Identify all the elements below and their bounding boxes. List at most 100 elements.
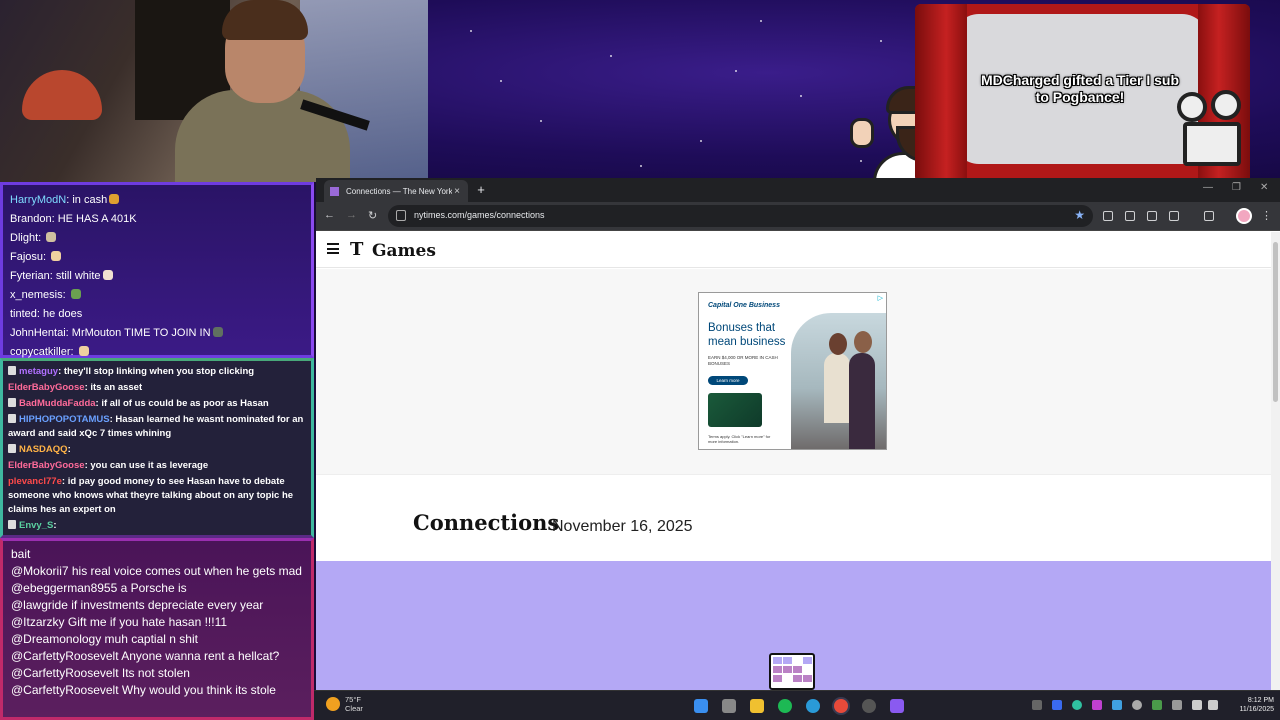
chat-username[interactable]: HIPHOPOPOTAMUS (19, 414, 110, 425)
game-date: November 16, 2025 (552, 518, 693, 535)
tray-app-icon[interactable] (1152, 700, 1162, 710)
page-scrollbar[interactable] (1271, 232, 1280, 690)
tab-bar: Connections — The New York T × + — ❐ ✕ (316, 178, 1280, 202)
chat-username[interactable]: Envy_S (19, 520, 53, 531)
connections-logo-icon (769, 653, 815, 690)
hamburger-menu-icon[interactable] (327, 243, 339, 254)
chat-username[interactable]: HarryModN (10, 194, 66, 206)
file-explorer-icon[interactable] (750, 699, 764, 713)
bookmark-star-icon[interactable]: ★ (1074, 208, 1085, 222)
chat-username[interactable]: plevancl77e (8, 476, 62, 487)
chat-text: its an asset (90, 382, 143, 393)
capital-one-ad[interactable]: Capital One Business ▷ Bonuses that mean… (698, 292, 887, 450)
chat-message: @CarfettyRoosevelt Why would you think i… (11, 683, 276, 697)
chat-username[interactable]: Brandon (10, 213, 52, 225)
weather-temp: 75°F (345, 695, 361, 704)
weather-sun-icon (326, 697, 340, 711)
site-info-icon[interactable] (396, 210, 406, 221)
chat-badge-icon (8, 444, 16, 453)
sub-alert-text: MDCharged gifted a Tier I sub to Pogbanc… (980, 72, 1180, 105)
minimize-button[interactable]: — (1203, 182, 1213, 193)
chat-username[interactable]: NASDAQQ (19, 444, 68, 455)
chat-message: HarryModN: in cash (3, 191, 311, 210)
chat-username[interactable]: metaguy (19, 366, 58, 377)
chrome-icon[interactable] (834, 699, 848, 713)
chat-message: Fyterian: still white (3, 267, 311, 286)
chat-panel-bottom: bait @Mokorii7 his real voice comes out w… (0, 538, 314, 720)
side-panel-icon[interactable] (1204, 211, 1214, 221)
chat-badge-icon (8, 398, 16, 407)
chat-message: Dlight: (3, 229, 311, 248)
close-tab-icon[interactable]: × (452, 186, 462, 197)
profile-avatar[interactable] (1236, 208, 1252, 224)
chat-username[interactable]: x_nemesis (10, 289, 63, 301)
nyt-logo[interactable]: T (350, 239, 363, 260)
weather-condition: Clear (345, 704, 363, 713)
chat-username[interactable]: Fyterian (10, 270, 50, 282)
chat-message: @Dreamonology muh captial n shit (11, 632, 198, 646)
back-button[interactable]: ← (324, 209, 335, 221)
extension-icon[interactable] (1103, 211, 1113, 221)
chat-message: @CarfettyRoosevelt Its not stolen (11, 666, 190, 680)
ad-zone: Capital One Business ▷ Bonuses that mean… (316, 269, 1271, 475)
tray-app-icon[interactable] (1132, 700, 1142, 710)
task-view-icon[interactable] (722, 699, 736, 713)
chat-username[interactable]: copycatkiller (10, 346, 71, 358)
extensions-puzzle-icon[interactable] (1169, 211, 1179, 221)
browser-menu-icon[interactable]: ⋮ (1261, 209, 1272, 222)
tray-app-icon[interactable] (1092, 700, 1102, 710)
tray-app-icon[interactable] (1112, 700, 1122, 710)
volume-icon[interactable] (1208, 700, 1218, 710)
nyt-header: T Games (316, 232, 1271, 268)
extension-icon[interactable] (1147, 211, 1157, 221)
chat-username[interactable]: tinted (10, 308, 37, 320)
chat-username[interactable]: ElderBabyGoose (8, 382, 85, 393)
emote-icon (70, 289, 81, 299)
emote-icon (46, 232, 57, 242)
chat-text: MrMouton TIME TO JOIN IN (71, 327, 211, 339)
clock-date: 11/16/2025 (1239, 706, 1274, 713)
chat-badge-icon (8, 414, 16, 423)
ad-brand-logo: Capital One Business (708, 302, 780, 309)
tray-app-icon[interactable] (1052, 700, 1062, 710)
game-title: Connections (413, 510, 560, 535)
close-window-button[interactable]: ✕ (1260, 182, 1268, 193)
obs-icon[interactable] (862, 699, 876, 713)
emote-icon (109, 194, 120, 204)
tab-connections[interactable]: Connections — The New York T × (324, 180, 468, 202)
emote-icon (102, 270, 113, 280)
chat-message: metaguy: they'll stop linking when you s… (3, 365, 311, 379)
chat-username[interactable]: Fajosu (10, 251, 43, 263)
app-icon[interactable] (890, 699, 904, 713)
weather-widget[interactable]: 75°F Clear (326, 695, 363, 713)
reload-button[interactable]: ↻ (368, 209, 377, 222)
tray-chevron-icon[interactable] (1032, 700, 1042, 710)
extension-icon[interactable] (1125, 211, 1135, 221)
chat-badge-icon (8, 520, 16, 529)
games-wordmark[interactable]: Games (372, 241, 436, 261)
forward-button[interactable]: → (346, 209, 357, 221)
ad-learn-more-button[interactable]: Learn more (708, 376, 748, 385)
chat-username[interactable]: Dlight (10, 232, 38, 244)
system-clock[interactable]: 8:12 PM 11/16/2025 (1224, 696, 1274, 714)
start-icon[interactable] (694, 699, 708, 713)
webcam-feed (0, 0, 428, 182)
scrollbar-thumb[interactable] (1273, 242, 1278, 402)
emote-icon (212, 327, 223, 337)
tray-app-icon[interactable] (1072, 700, 1082, 710)
tray-app-icon[interactable] (1172, 700, 1182, 710)
edge-icon[interactable] (806, 699, 820, 713)
chat-message: @Itzarzky Gift me if you hate hasan !!!1… (11, 615, 228, 629)
spotify-icon[interactable] (778, 699, 792, 713)
network-icon[interactable] (1192, 700, 1202, 710)
url-text[interactable]: nytimes.com/games/connections (414, 210, 545, 220)
chat-username[interactable]: ElderBabyGoose (8, 460, 85, 471)
connections-favicon-icon (330, 186, 339, 196)
new-tab-button[interactable]: + (474, 182, 488, 197)
adchoices-icon[interactable]: ▷ (878, 294, 883, 302)
chat-message: x_nemesis: (3, 286, 311, 305)
address-bar[interactable]: nytimes.com/games/connections ★ (388, 205, 1093, 227)
chat-username[interactable]: JohnHentai (10, 327, 66, 339)
chat-username[interactable]: BadMuddaFadda (19, 398, 96, 409)
maximize-button[interactable]: ❐ (1232, 182, 1241, 193)
